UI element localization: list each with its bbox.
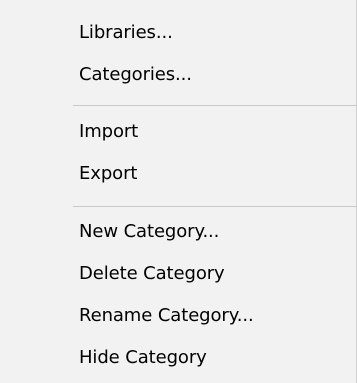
menu-item-libraries[interactable]: Libraries... (0, 14, 356, 54)
menu-item-categories[interactable]: Categories... (0, 56, 356, 96)
menu-item-delete-category[interactable]: Delete Category (0, 255, 356, 295)
menu-item-label: Rename Category... (79, 305, 254, 327)
menu-item-label: Delete Category (79, 263, 225, 285)
menu-separator (73, 105, 356, 106)
menu-item-export[interactable]: Export (0, 155, 356, 195)
menu-item-label: Libraries... (79, 22, 173, 44)
menu-item-rename-category[interactable]: Rename Category... (0, 297, 356, 337)
menu-separator (73, 206, 356, 207)
menu-item-label: Hide Category (79, 347, 207, 369)
menu-item-label: Categories... (79, 64, 192, 86)
menu-item-hide-category[interactable]: Hide Category (0, 339, 356, 379)
context-menu: Libraries... Categories... Import Export… (0, 0, 357, 383)
menu-item-label: New Category... (79, 221, 220, 243)
menu-item-label: Export (79, 163, 138, 185)
menu-item-new-category[interactable]: New Category... (0, 213, 356, 253)
menu-item-import[interactable]: Import (0, 113, 356, 153)
menu-item-label: Import (79, 121, 139, 143)
